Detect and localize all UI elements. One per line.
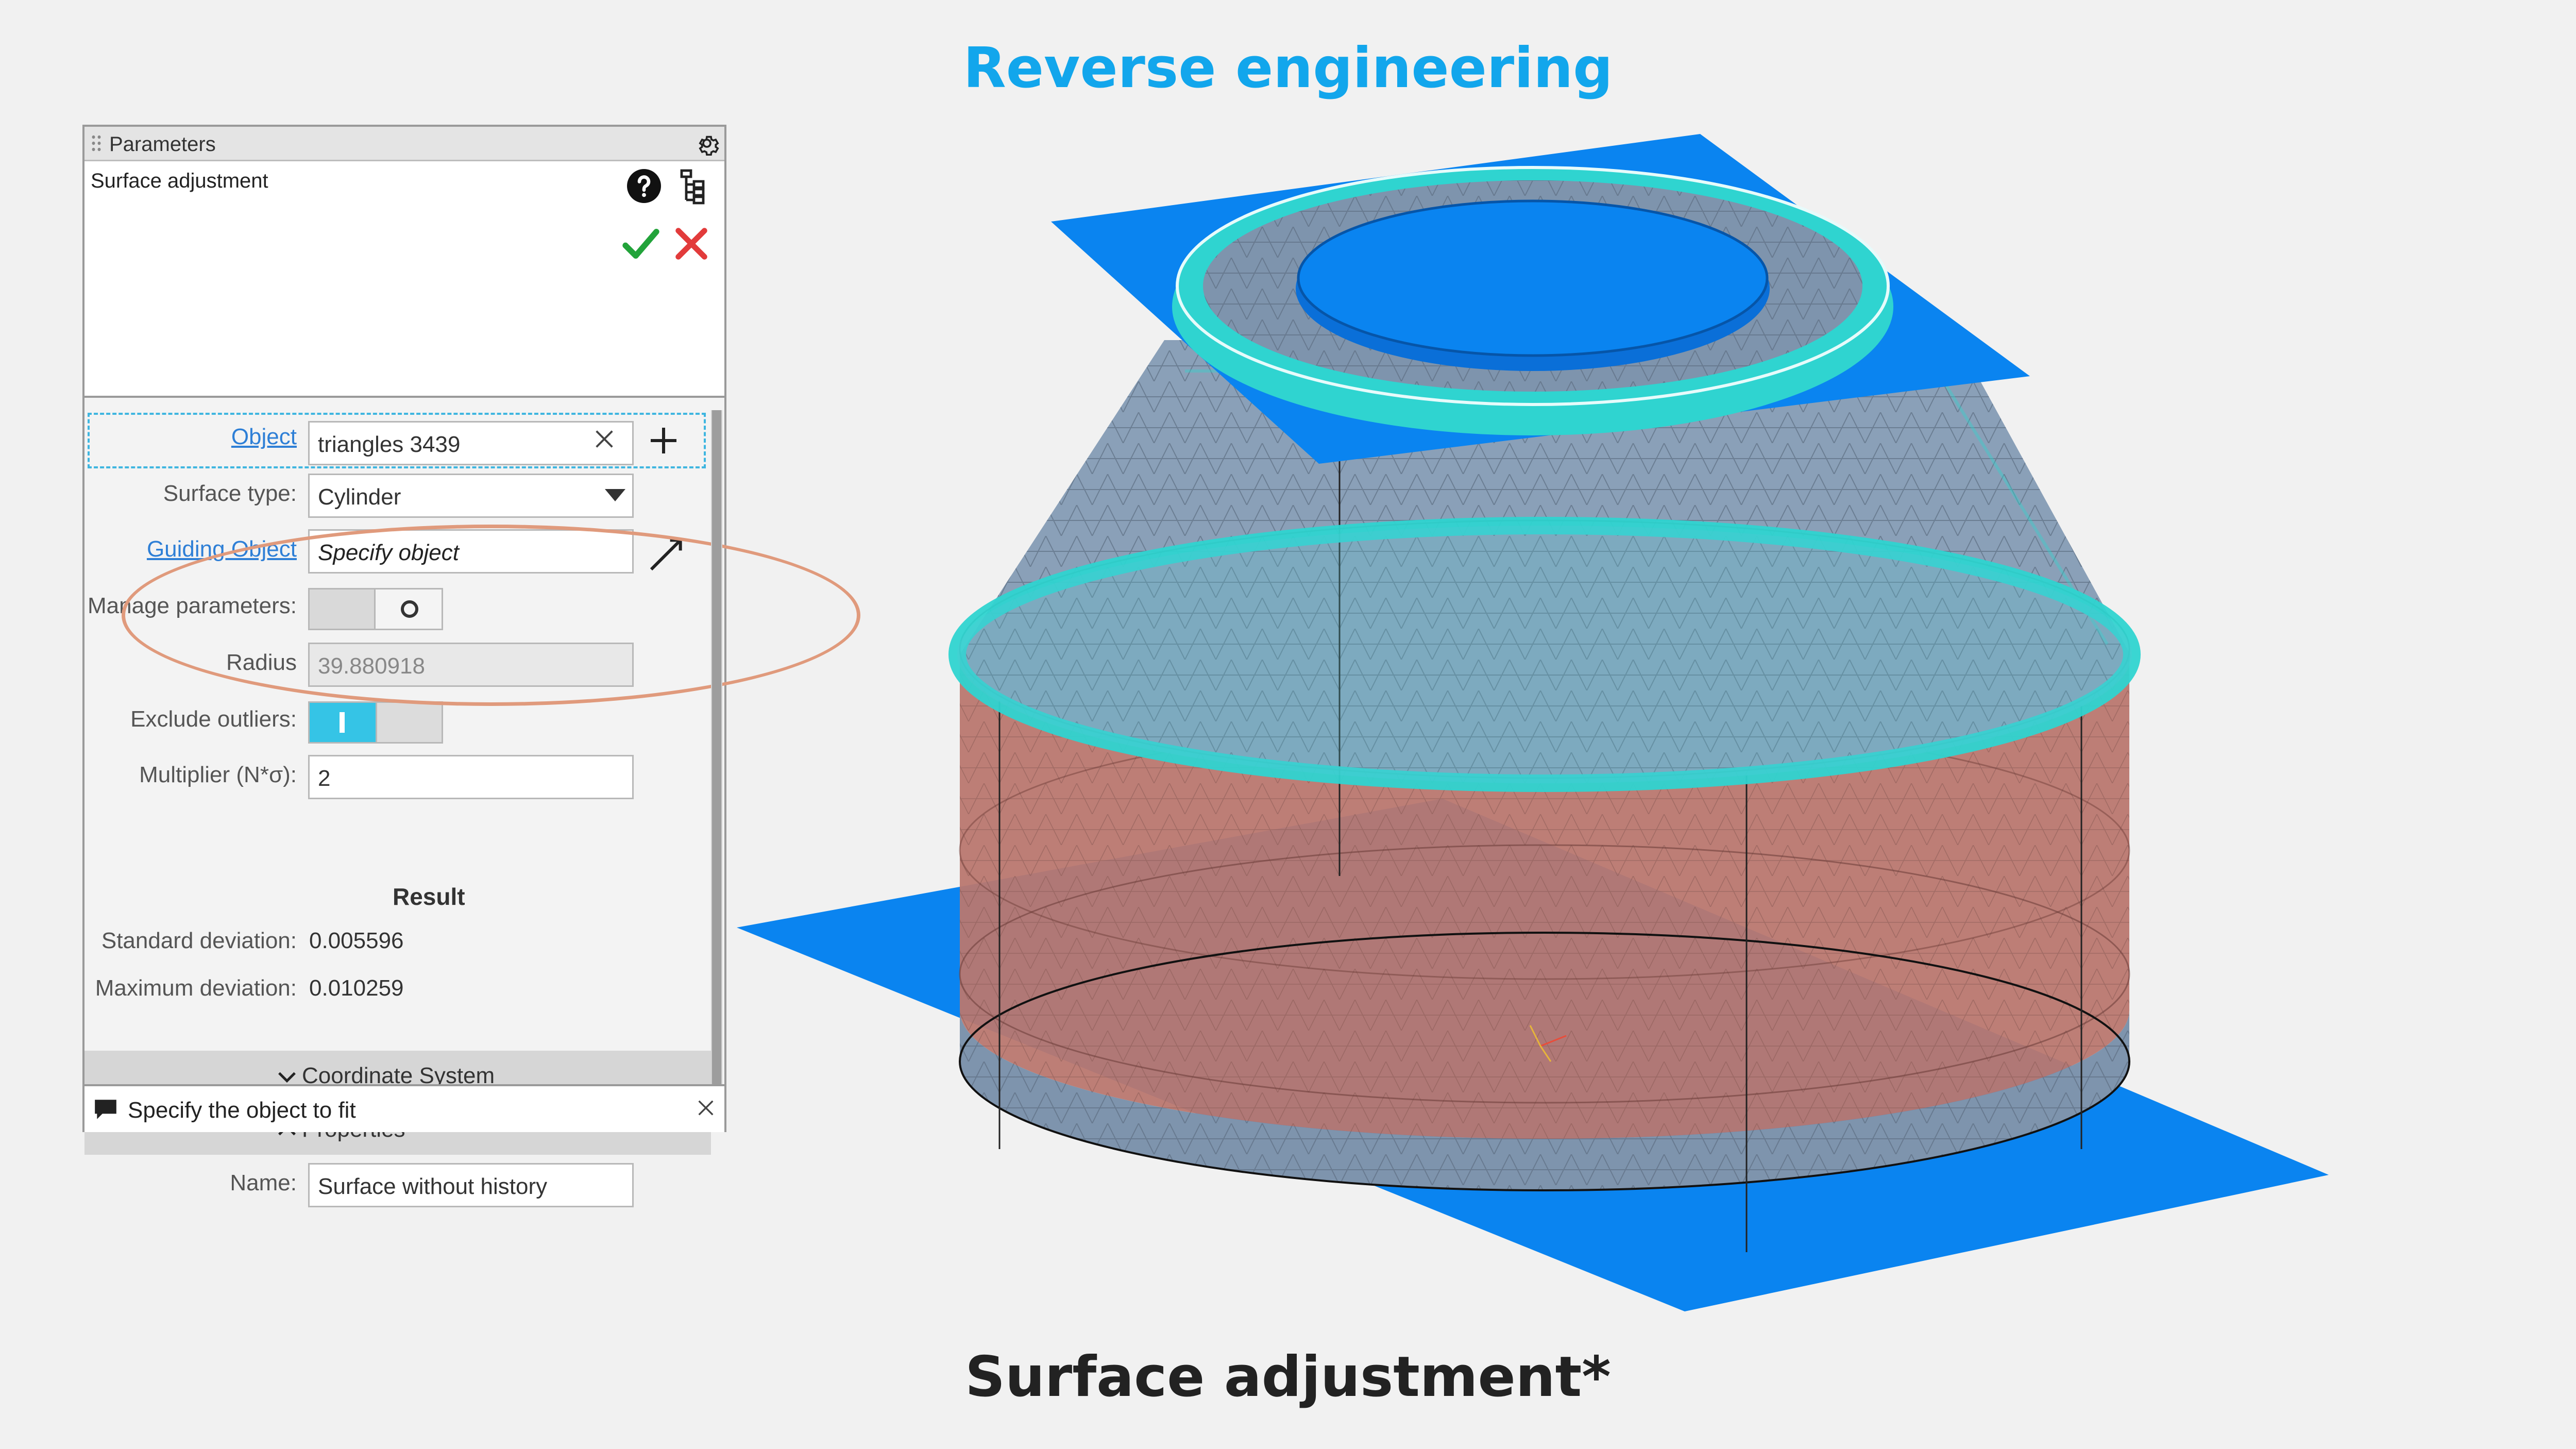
toggle-on-segment [310, 703, 376, 742]
dropdown-arrow-icon[interactable] [605, 489, 625, 501]
chevron-down-icon [278, 1072, 296, 1083]
gear-icon[interactable] [694, 131, 719, 156]
speech-bubble-icon [95, 1100, 116, 1119]
drag-grip-icon[interactable] [91, 134, 102, 153]
surface-type-label: Surface type: [163, 481, 297, 506]
slide-title: Reverse engineering [963, 36, 1613, 100]
slide-subtitle: Surface adjustment* [965, 1345, 1611, 1409]
object-field[interactable]: triangles 3439 [308, 421, 634, 465]
panel-title: Parameters [109, 133, 216, 156]
multiplier-label: Multiplier (N*σ): [139, 762, 297, 787]
exclude-outliers-toggle[interactable] [308, 701, 443, 744]
clear-x-icon[interactable] [592, 427, 616, 451]
maximum-deviation-row: Maximum deviation: 0.010259 [84, 975, 711, 1012]
status-text: Specify the object to fit [128, 1098, 356, 1123]
standard-deviation-label: Standard deviation: [101, 928, 297, 953]
toggle-on-bar-icon [340, 712, 345, 733]
name-row: Name: Surface without history [84, 1159, 711, 1207]
toggle-off-segment [376, 703, 442, 742]
surface-type-row: Surface type: Cylinder [84, 469, 711, 518]
multiplier-row: Multiplier (N*σ): 2 [84, 751, 711, 799]
status-bar: Specify the object to fit [84, 1084, 724, 1132]
result-title: Result [393, 883, 465, 910]
standard-deviation-row: Standard deviation: 0.005596 [84, 928, 711, 964]
name-field[interactable]: Surface without history [308, 1163, 634, 1207]
maximum-deviation-label: Maximum deviation: [95, 975, 297, 1001]
exclude-outliers-label: Exclude outliers: [130, 706, 297, 732]
object-row: Object triangles 3439 [84, 413, 711, 468]
panel-scrollbar[interactable] [711, 410, 722, 1121]
object-label-link[interactable]: Object [231, 424, 297, 450]
panel-header[interactable]: Parameters [84, 127, 724, 161]
close-icon[interactable] [696, 1098, 716, 1118]
plus-add-icon[interactable] [648, 425, 679, 456]
multiplier-field[interactable]: 2 [308, 755, 634, 799]
parameters-panel: Parameters Surface adjustment Object tri… [82, 125, 860, 1207]
surface-type-select[interactable]: Cylinder [308, 474, 634, 518]
3d-viewport[interactable] [721, 103, 2576, 1340]
standard-deviation-value: 0.005596 [309, 928, 404, 953]
maximum-deviation-value: 0.010259 [309, 975, 404, 1001]
name-label: Name: [230, 1170, 297, 1195]
scroll-thumb[interactable] [712, 410, 721, 1121]
